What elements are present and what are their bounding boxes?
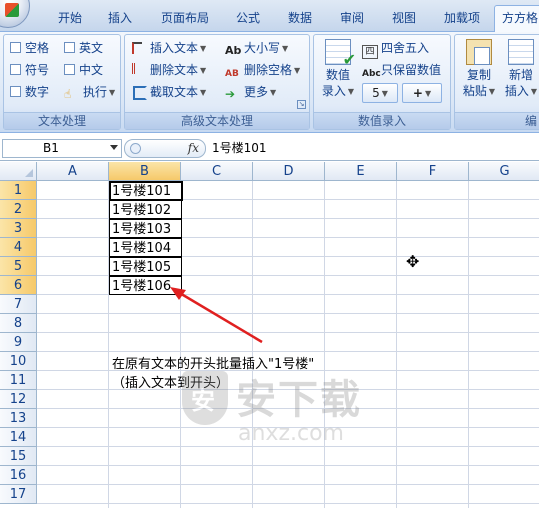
tab-insert[interactable]: 插入 (98, 8, 142, 30)
remove-space-icon: AB (225, 69, 239, 79)
chevron-down-icon: ▼ (270, 88, 277, 97)
checkbox-space[interactable]: 空格 (10, 38, 49, 58)
group-label: 高级文本处理 (125, 112, 309, 129)
case-icon: Ab (225, 44, 242, 57)
worksheet-grid[interactable]: ABCDEFG 1 2 3 4 5 6 7 8 9 10 11 12 13 14 15 16 17 1号楼101… (0, 162, 539, 508)
hand-icon: ☝ (64, 87, 72, 101)
keep-value-button[interactable]: Abc只保留数值 (362, 60, 441, 80)
add-dropdown[interactable]: + ▼ (402, 83, 442, 103)
chevron-down-icon: ▼ (488, 87, 496, 96)
round-icon: 四 (362, 45, 378, 59)
checkbox-chinese[interactable]: 中文 (64, 60, 103, 80)
tab-home[interactable]: 开始 (48, 8, 92, 30)
chevron-down-icon: ▼ (200, 44, 207, 53)
checkbox-symbol[interactable]: 符号 (10, 60, 49, 80)
new-sheet-icon (508, 39, 534, 65)
dialog-launcher-icon[interactable]: ↘ (297, 100, 306, 109)
checkbox-icon (64, 42, 75, 53)
checkbox-icon (10, 42, 21, 53)
delete-text-icon (131, 62, 147, 76)
chevron-down-icon: ▼ (109, 88, 116, 97)
chevron-down-icon: ▼ (200, 66, 207, 75)
ribbon: 空格 英文 符号 中文 数字 ☝ 执行 ▼ 文本处理 插入文本 ▼ 删除文本 ▼ 截取文… (0, 32, 539, 133)
group-label: 编 (455, 112, 539, 129)
tab-fangfangge[interactable]: 方方格 (494, 5, 539, 33)
checkbox-icon (64, 64, 75, 75)
chevron-down-icon: ▼ (200, 88, 207, 97)
round-button[interactable]: 四四舍五入 (362, 38, 429, 59)
checkbox-english[interactable]: 英文 (64, 38, 103, 58)
tab-addins[interactable]: 加载项 (434, 8, 490, 30)
insert-text-button[interactable]: 插入文本 ▼ (131, 38, 206, 58)
group-label: 数值录入 (314, 112, 450, 129)
formula-bar: B1 fx 1号楼101 (0, 137, 539, 161)
tab-page-layout[interactable]: 页面布局 (150, 8, 220, 30)
arrow-right-icon: ➔ (225, 87, 236, 101)
tab-formulas[interactable]: 公式 (226, 8, 270, 30)
group-numeric-entry: 数值 录入▼ 四四舍五入 Abc只保留数值 5▼ +▼ 数值录入 (313, 34, 451, 130)
ribbon-tab-bar: 开始 插入 页面布局 公式 数据 审阅 视图 加载项 方方格 (0, 0, 539, 33)
office-button[interactable] (0, 0, 30, 28)
clipboard-icon (466, 39, 492, 65)
name-box[interactable]: B1 (2, 139, 122, 158)
more-button[interactable]: ➔ 更多 ▼ (225, 82, 276, 102)
red-arrow-annotation (170, 287, 263, 344)
checkbox-icon (10, 64, 21, 75)
remove-space-button[interactable]: AB 删除空格 ▼ (225, 60, 300, 80)
chevron-down-icon[interactable] (110, 145, 118, 150)
arrow-shaft (177, 290, 263, 344)
keep-value-icon: Abc (362, 69, 381, 79)
delete-text-button[interactable]: 删除文本 ▼ (131, 60, 206, 80)
checkbox-number[interactable]: 数字 (10, 82, 49, 102)
group-copy-paste: 复制 粘贴 ▼ 新增 插入 ▼ 编 (454, 34, 539, 130)
execute-button[interactable]: ☝ 执行 ▼ (64, 82, 115, 102)
chevron-down-icon: ▼ (381, 89, 388, 98)
new-insert-button[interactable]: 新增 插入 ▼ (501, 39, 539, 100)
group-text-processing: 空格 英文 符号 中文 数字 ☝ 执行 ▼ 文本处理 (3, 34, 121, 130)
chevron-down-icon: ▼ (424, 89, 432, 98)
group-label: 文本处理 (4, 112, 120, 129)
copy-paste-button[interactable]: 复制 粘贴 ▼ (459, 39, 499, 100)
tab-review[interactable]: 审阅 (330, 8, 374, 30)
tab-view[interactable]: 视图 (382, 8, 426, 30)
decimal-dropdown[interactable]: 5 ▼ (362, 83, 398, 103)
extract-text-icon (131, 84, 147, 100)
chevron-down-icon: ▼ (530, 87, 538, 96)
case-button[interactable]: Ab 大小写 ▼ (225, 38, 288, 58)
formula-bar-toggle-icon[interactable] (130, 143, 141, 154)
chevron-down-icon: ▼ (282, 44, 289, 53)
group-advanced-text: 插入文本 ▼ 删除文本 ▼ 截取文本 ▼ Ab 大小写 ▼ AB 删除空格 ▼ ➔ 更多 ▼ ↘ … (124, 34, 310, 130)
checkbox-icon (10, 86, 21, 97)
office-logo-icon (5, 3, 19, 17)
chevron-down-icon: ▼ (294, 66, 301, 75)
insert-text-icon (131, 40, 147, 54)
value-entry-icon (325, 39, 356, 68)
formula-input[interactable]: 1号楼101 (212, 139, 267, 158)
arrow-head-icon (170, 287, 186, 300)
value-entry-button[interactable]: 数值 录入▼ (318, 39, 358, 100)
chevron-down-icon: ▼ (347, 87, 355, 96)
extract-text-button[interactable]: 截取文本 ▼ (131, 82, 206, 102)
tab-data[interactable]: 数据 (278, 8, 322, 30)
